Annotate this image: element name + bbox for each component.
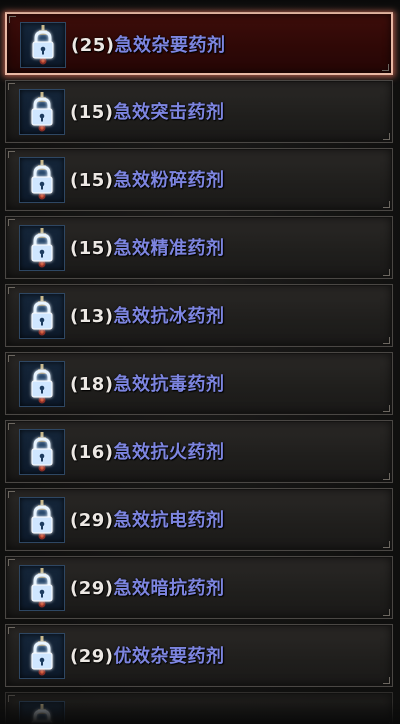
potion-name: 急效粉碎药剂 <box>113 170 225 191</box>
potion-name-label: (15)急效突击药剂 <box>70 98 225 124</box>
potion-name: 急效杂要药剂 <box>114 35 226 56</box>
potion-name-label: (15)急效精准药剂 <box>70 234 225 260</box>
potion-level: (15) <box>70 238 114 259</box>
potion-name-label: (25)急效杂要药剂 <box>71 31 226 57</box>
potion-name-label: (29)急效抗电药剂 <box>70 506 225 532</box>
potion-list-item-4[interactable]: (15)急效精准药剂 <box>5 216 393 279</box>
potion-level: (15) <box>70 102 114 123</box>
potion-name-label: (29)急效暗抗药剂 <box>70 574 225 600</box>
potion-level: (29) <box>70 578 114 599</box>
potion-list-item-3[interactable]: (15)急效粉碎药剂 <box>5 148 393 211</box>
potion-list-item-5[interactable]: (13)急效抗冰药剂 <box>5 284 393 347</box>
top-fade <box>0 0 400 14</box>
potion-icon-frame <box>19 361 65 407</box>
bottom-fade <box>0 702 400 724</box>
lock-icon <box>31 437 53 466</box>
potion-list-item-8[interactable]: (29)急效抗电药剂 <box>5 488 393 551</box>
potion-level: (16) <box>70 442 114 463</box>
potion-name-label: (18)急效抗毒药剂 <box>70 370 225 396</box>
lock-icon <box>31 97 53 126</box>
potion-name: 急效精准药剂 <box>113 238 225 259</box>
lock-icon <box>31 641 53 670</box>
potion-icon-frame <box>19 293 65 339</box>
potion-name: 优效杂要药剂 <box>113 646 225 667</box>
potion-name-label: (13)急效抗冰药剂 <box>70 302 225 328</box>
potion-icon-frame <box>19 565 65 611</box>
potion-name: 急效抗冰药剂 <box>113 306 225 327</box>
potion-list-item-1[interactable]: (25)急效杂要药剂 <box>5 12 393 75</box>
potion-icon-frame <box>19 89 65 135</box>
potion-list-item-9[interactable]: (29)急效暗抗药剂 <box>5 556 393 619</box>
potion-name-label: (15)急效粉碎药剂 <box>70 166 225 192</box>
potion-level: (13) <box>70 306 114 327</box>
potion-icon-frame <box>19 429 65 475</box>
potion-level: (15) <box>70 170 114 191</box>
potion-list-item-7[interactable]: (16)急效抗火药剂 <box>5 420 393 483</box>
potion-list-item-2[interactable]: (15)急效突击药剂 <box>5 80 393 143</box>
potion-name: 急效抗火药剂 <box>113 442 225 463</box>
lock-icon <box>32 30 54 59</box>
potion-icon-frame <box>19 633 65 679</box>
potion-name: 急效突击药剂 <box>113 102 225 123</box>
potion-list-item-10[interactable]: (29)优效杂要药剂 <box>5 624 393 687</box>
potion-name-label: (16)急效抗火药剂 <box>70 438 225 464</box>
potion-name-label: (29)优效杂要药剂 <box>70 642 225 668</box>
potion-icon-frame <box>19 225 65 271</box>
potion-level: (18) <box>70 374 114 395</box>
potion-name: 急效抗毒药剂 <box>113 374 225 395</box>
potion-level: (25) <box>71 35 115 56</box>
potion-name: 急效暗抗药剂 <box>113 578 225 599</box>
potion-name: 急效抗电药剂 <box>113 510 225 531</box>
lock-icon <box>31 573 53 602</box>
potion-list-screen: (25)急效杂要药剂 (15)急效突击药剂 (15)急效粉碎药剂 (15)急效精… <box>0 0 400 724</box>
lock-icon <box>31 369 53 398</box>
potion-list: (25)急效杂要药剂 (15)急效突击药剂 (15)急效粉碎药剂 (15)急效精… <box>0 12 400 724</box>
potion-level: (29) <box>70 646 114 667</box>
potion-list-item-6[interactable]: (18)急效抗毒药剂 <box>5 352 393 415</box>
lock-icon <box>31 505 53 534</box>
potion-icon-frame <box>20 22 66 68</box>
potion-icon-frame <box>19 157 65 203</box>
potion-icon-frame <box>19 497 65 543</box>
lock-icon <box>31 165 53 194</box>
potion-level: (29) <box>70 510 114 531</box>
lock-icon <box>31 233 53 262</box>
lock-icon <box>31 301 53 330</box>
